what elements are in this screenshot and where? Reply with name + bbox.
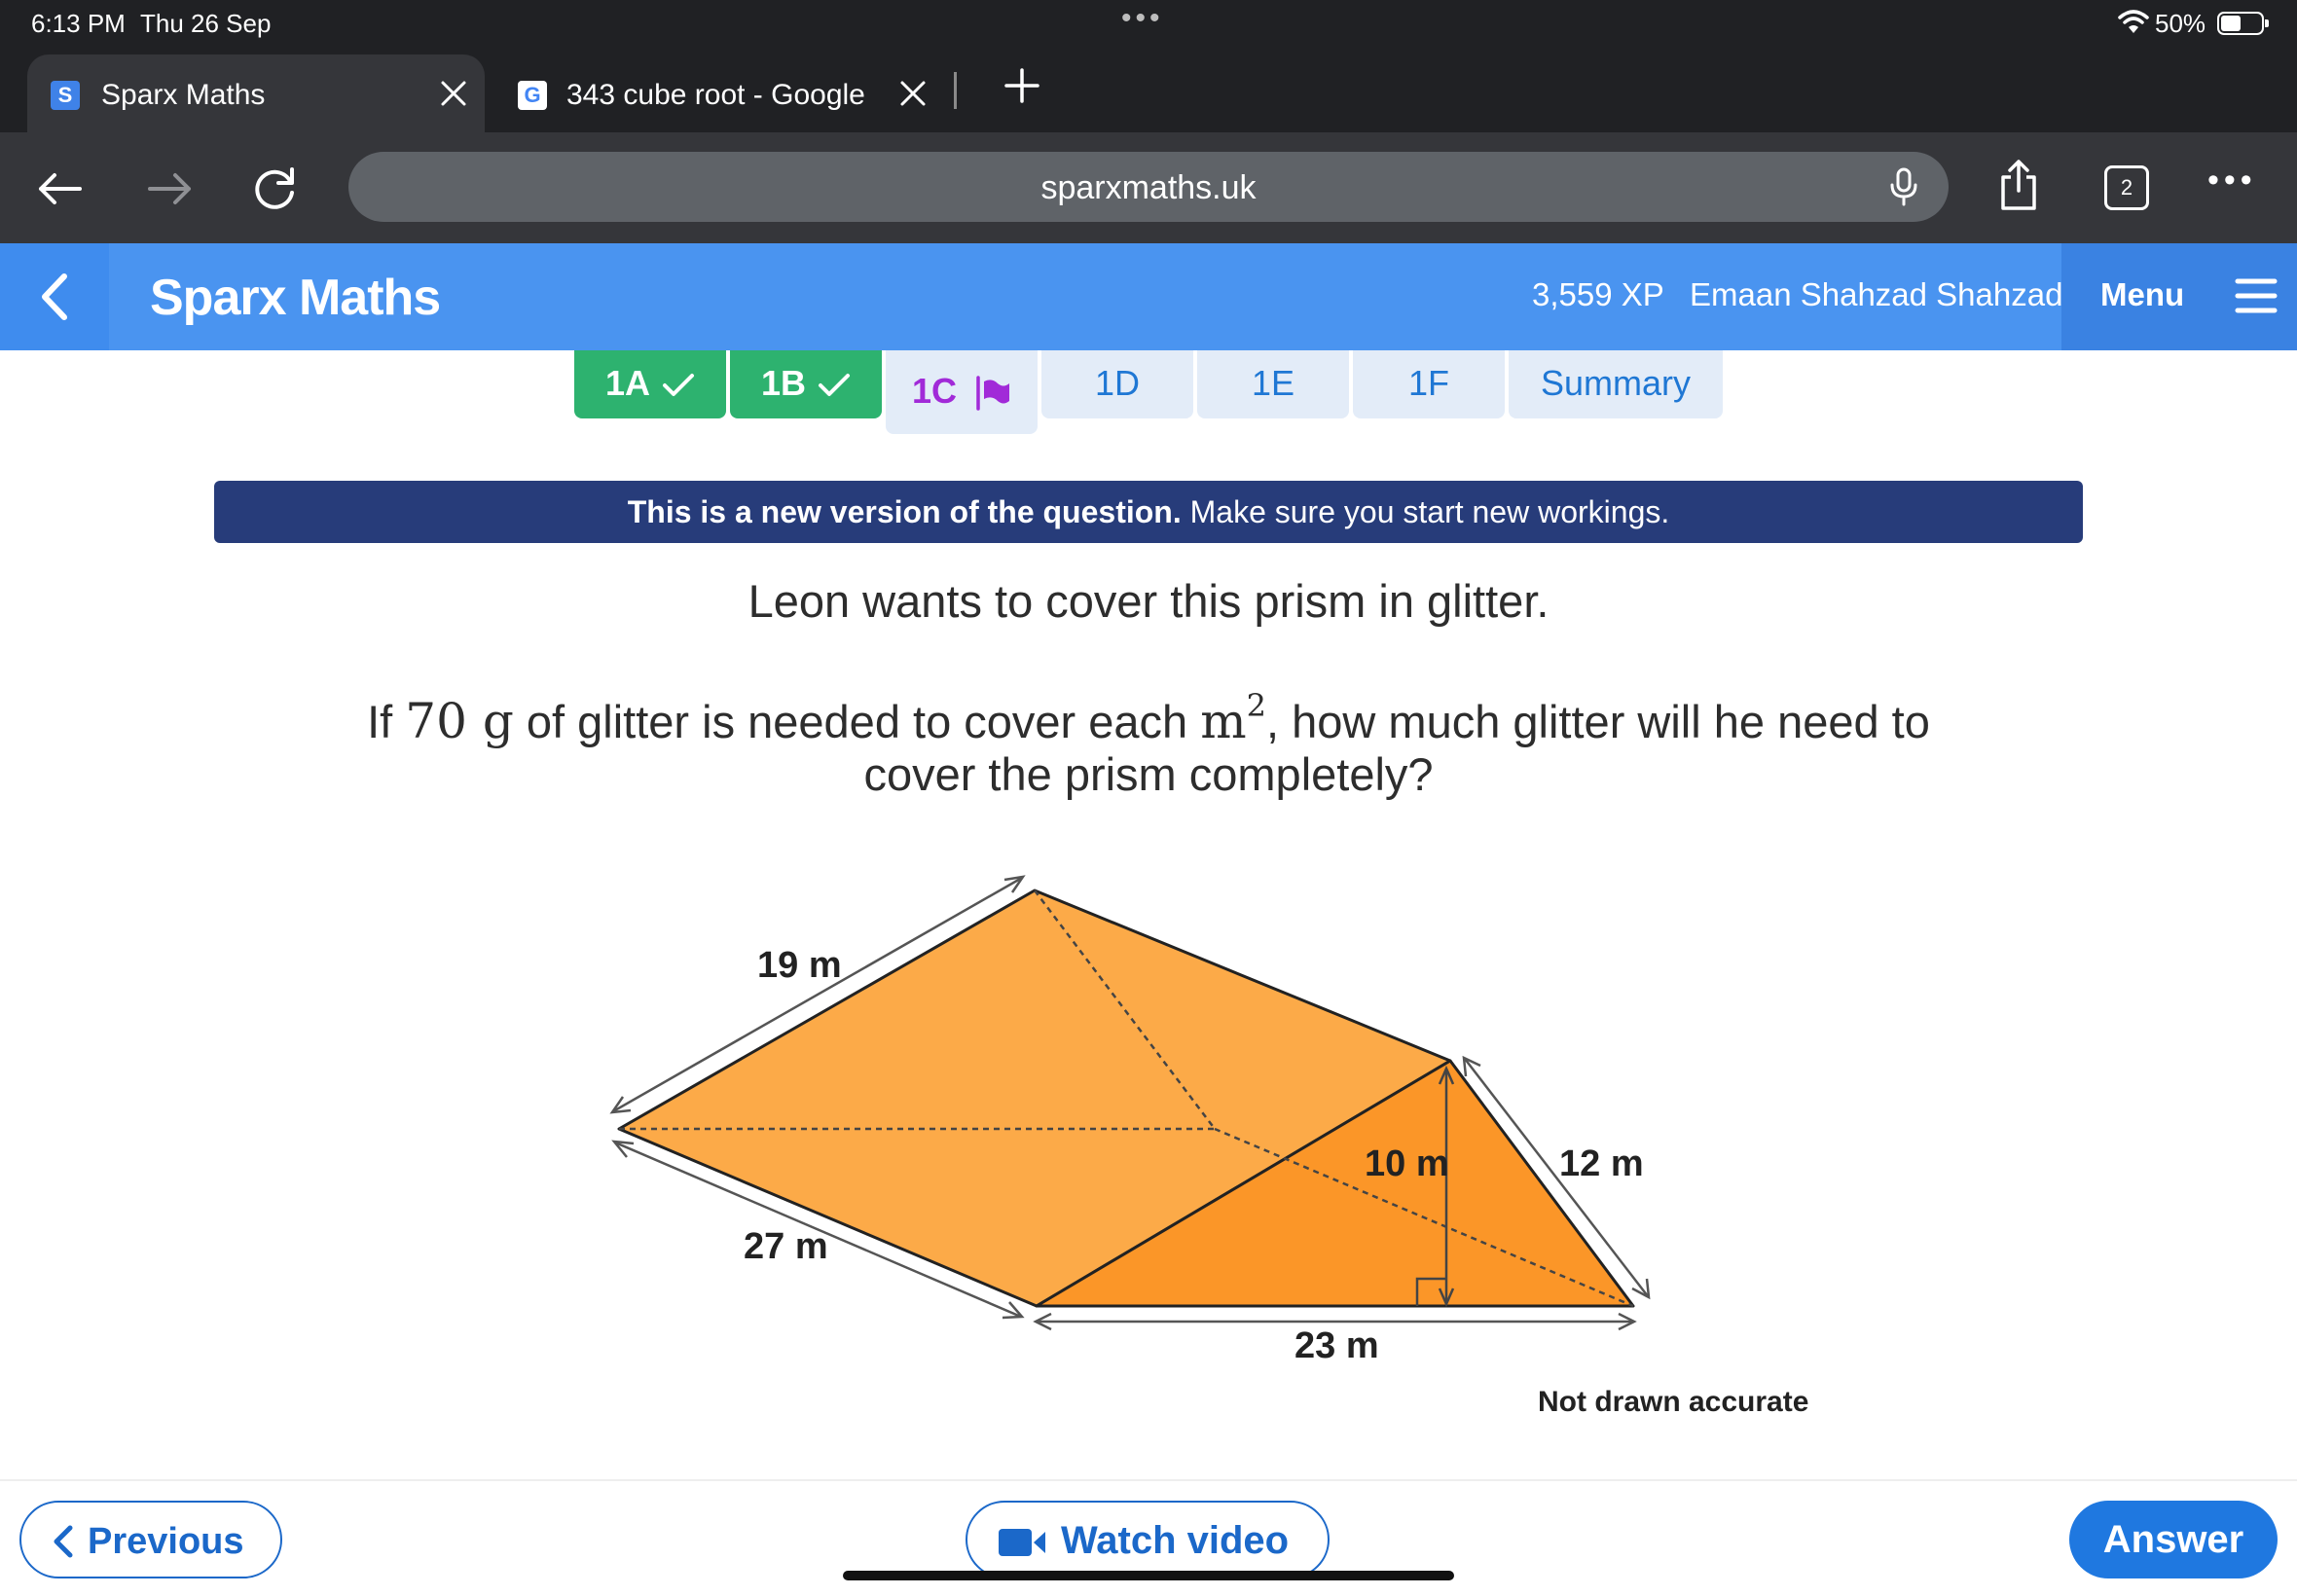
video-camera-icon (999, 1529, 1045, 1556)
task-tab-label: 1B (760, 363, 807, 403)
notice-text: Make sure you start new workings. (1181, 494, 1670, 529)
task-tab-label: 1F (1407, 363, 1449, 403)
area-unit: m2 (1200, 687, 1266, 749)
label-base: 23 m (1294, 1325, 1379, 1366)
area-unit-base: m (1200, 693, 1247, 749)
battery-level (2221, 16, 2241, 31)
battery-percent: 50% (2155, 9, 2206, 38)
answer-button[interactable]: Answer (2069, 1501, 2278, 1578)
task-tab-label: 1A (604, 363, 651, 403)
chevron-left-icon (42, 273, 67, 320)
task-tab-label: 1C (911, 371, 958, 411)
task-tab-1f[interactable]: 1F (1353, 350, 1505, 418)
browser-tab-title: 343 cube root - Google (566, 79, 865, 111)
browser-tab-sparx[interactable]: S Sparx Maths (27, 54, 485, 132)
question-line-end: cover the prism completely? (863, 748, 1434, 800)
notice-bold-text: This is a new version of the question. (627, 494, 1182, 529)
browser-toolbar: sparxmaths.uk 2 ••• (0, 132, 2297, 243)
task-tab-1d[interactable]: 1D (1041, 350, 1193, 418)
battery-icon (2217, 12, 2269, 35)
reload-icon[interactable] (245, 160, 304, 218)
flag-icon (976, 376, 1010, 412)
task-tab-label: 1D (1094, 363, 1141, 403)
task-tab-label: Summary (1540, 363, 1692, 403)
url-text: sparxmaths.uk (1040, 169, 1257, 206)
multitasking-dots-icon[interactable]: ••• (1121, 2, 1164, 35)
address-bar[interactable]: sparxmaths.uk (348, 152, 1949, 222)
brand-title: Sparx Maths (150, 270, 441, 326)
checkmark-icon (819, 374, 851, 397)
label-left-edge: 27 m (744, 1226, 828, 1267)
bottom-divider (0, 1479, 2297, 1481)
user-name: Emaan Shahzad Shahzad (1690, 276, 2063, 312)
battery-nub (2265, 19, 2269, 27)
prism-diagram: 19 m 27 m 10 m 12 m 23 m Not drawn accur… (609, 874, 1810, 1418)
tab-switcher-button[interactable]: 2 (2104, 165, 2149, 210)
new-version-notice: This is a new version of the question. M… (214, 481, 2083, 543)
new-tab-plus-icon[interactable] (1003, 66, 1041, 105)
more-menu-icon[interactable]: ••• (2207, 162, 2257, 200)
previous-button[interactable]: Previous (19, 1501, 282, 1578)
task-tab-1c[interactable]: 1C (886, 350, 1038, 434)
question-intro: Leon wants to cover this prism in glitte… (747, 575, 1550, 627)
task-tab-1b[interactable]: 1B (730, 350, 882, 418)
task-tab-label: 1E (1251, 363, 1295, 403)
browser-tab-title: Sparx Maths (101, 79, 266, 111)
label-height: 10 m (1365, 1143, 1449, 1184)
menu-button[interactable]: Menu (2061, 243, 2297, 350)
google-favicon-icon: G (518, 81, 547, 110)
microphone-icon[interactable] (1882, 165, 1925, 208)
back-arrow-icon[interactable] (31, 160, 90, 218)
task-tab-1e[interactable]: 1E (1197, 350, 1349, 418)
question-mid: of glitter is needed to cover each (513, 696, 1201, 747)
chevron-left-icon (54, 1525, 73, 1558)
menu-label: Menu (2100, 276, 2185, 312)
question-line: If 70 g of glitter is needed to cover ea… (0, 687, 2297, 749)
question-prefix: If (367, 696, 406, 747)
area-unit-exponent: 2 (1246, 687, 1267, 724)
browser-tab-strip: S Sparx Maths G 343 cube root - Google (0, 47, 2297, 132)
share-icon[interactable] (1989, 156, 2048, 214)
tab-divider (954, 72, 957, 109)
previous-label: Previous (88, 1521, 244, 1562)
watch-video-button[interactable]: Watch video (966, 1501, 1330, 1578)
watch-video-label: Watch video (1061, 1519, 1290, 1562)
header-back-button[interactable] (0, 243, 109, 350)
task-tab-summary[interactable]: Summary (1509, 350, 1723, 418)
forward-arrow-icon[interactable] (140, 160, 199, 218)
close-tab-icon[interactable] (893, 74, 932, 113)
browser-tab-google[interactable]: G 343 cube root - Google (498, 54, 956, 132)
sparx-header: Sparx Maths 3,559 XP Emaan Shahzad Shahz… (0, 243, 2297, 350)
question-suffix: , how much glitter will he need to (1266, 696, 1930, 747)
checkmark-icon (663, 374, 695, 397)
not-drawn-accurately-note: Not drawn accurately (1538, 1386, 1810, 1418)
wifi-icon (2118, 10, 2149, 33)
mass-unit: g (466, 693, 514, 749)
mass-value: 70 (405, 693, 467, 749)
close-tab-icon[interactable] (434, 74, 473, 113)
status-date: Thu 26 Sep (140, 9, 272, 38)
hamburger-icon (2235, 278, 2278, 313)
xp-counter: 3,559 XP (1532, 276, 1664, 312)
home-indicator (843, 1571, 1454, 1580)
label-top-edge: 19 m (757, 945, 842, 986)
status-bar: 6:13 PM Thu 26 Sep ••• 50% (0, 0, 2297, 47)
label-slant: 12 m (1559, 1143, 1644, 1184)
sparx-favicon-icon: S (51, 81, 80, 110)
status-time: 6:13 PM (31, 9, 126, 38)
task-tab-1a[interactable]: 1A (574, 350, 726, 418)
